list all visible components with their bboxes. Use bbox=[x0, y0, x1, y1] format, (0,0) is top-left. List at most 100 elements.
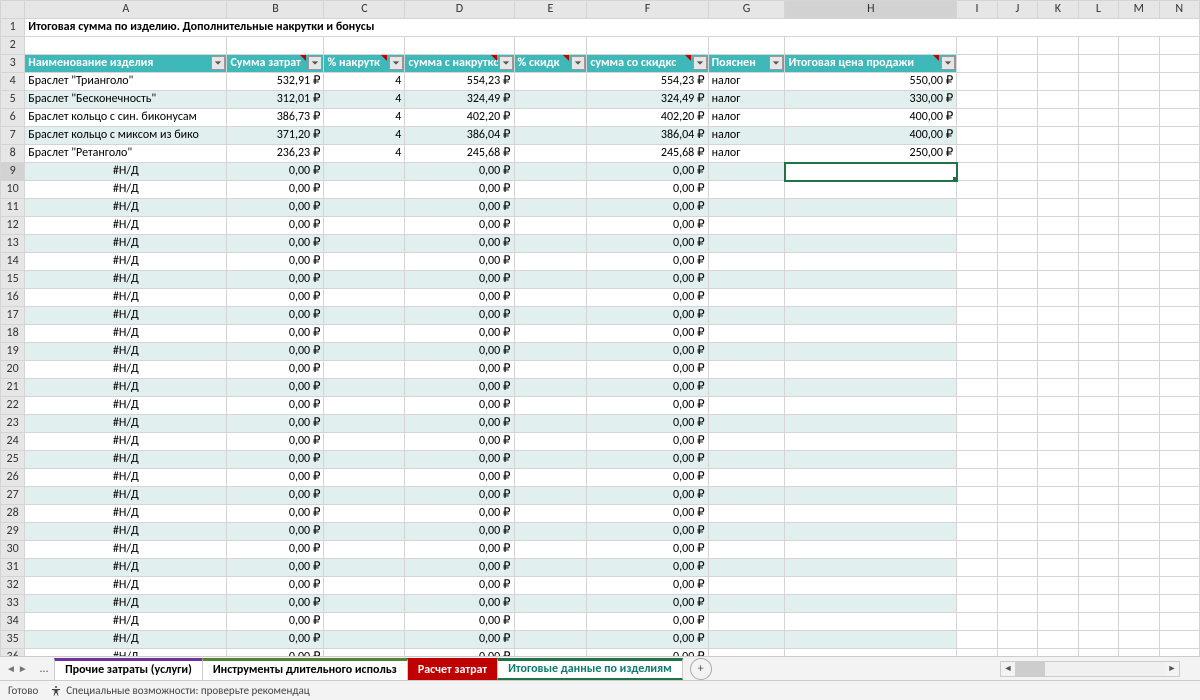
cell[interactable] bbox=[957, 631, 997, 649]
cell[interactable] bbox=[1078, 181, 1118, 199]
cell[interactable]: #Н/Д bbox=[25, 217, 227, 235]
table-header-D[interactable]: сумма с накруткс bbox=[405, 55, 514, 73]
cell[interactable] bbox=[1038, 109, 1078, 127]
cell[interactable] bbox=[1078, 217, 1118, 235]
cell[interactable] bbox=[514, 37, 587, 55]
cell[interactable]: 0,00 ₽ bbox=[227, 487, 324, 505]
cell[interactable]: 0,00 ₽ bbox=[587, 595, 708, 613]
cell[interactable] bbox=[405, 37, 514, 55]
cell[interactable]: 0,00 ₽ bbox=[405, 541, 514, 559]
cell[interactable]: #Н/Д bbox=[25, 595, 227, 613]
cell[interactable] bbox=[785, 379, 957, 397]
cell[interactable] bbox=[785, 253, 957, 271]
cell[interactable] bbox=[997, 181, 1037, 199]
cell[interactable]: 386,73 ₽ bbox=[227, 109, 324, 127]
cell[interactable]: 0,00 ₽ bbox=[227, 325, 324, 343]
cell[interactable] bbox=[785, 469, 957, 487]
cell[interactable] bbox=[514, 181, 587, 199]
cell[interactable] bbox=[1119, 523, 1159, 541]
cell[interactable] bbox=[997, 109, 1037, 127]
cell[interactable]: 0,00 ₽ bbox=[587, 379, 708, 397]
cell[interactable] bbox=[1038, 613, 1078, 631]
row-header[interactable]: 26 bbox=[1, 469, 25, 487]
sheet-tab[interactable]: Итоговые данные по изделиям bbox=[497, 658, 683, 680]
cell[interactable] bbox=[957, 289, 997, 307]
cell[interactable] bbox=[514, 217, 587, 235]
cell[interactable] bbox=[708, 325, 785, 343]
cell[interactable] bbox=[514, 127, 587, 145]
cell[interactable] bbox=[1078, 199, 1118, 217]
cell[interactable] bbox=[1078, 379, 1118, 397]
cell[interactable] bbox=[997, 91, 1037, 109]
cell[interactable] bbox=[1078, 73, 1118, 91]
cell[interactable]: 0,00 ₽ bbox=[227, 505, 324, 523]
cell[interactable]: 0,00 ₽ bbox=[405, 559, 514, 577]
cell[interactable] bbox=[1078, 469, 1118, 487]
column-header-D[interactable]: D bbox=[405, 1, 514, 19]
cell[interactable] bbox=[514, 649, 587, 657]
cell[interactable] bbox=[785, 577, 957, 595]
cell[interactable] bbox=[1038, 595, 1078, 613]
cell[interactable] bbox=[1078, 505, 1118, 523]
cell[interactable] bbox=[1119, 271, 1159, 289]
cell[interactable] bbox=[514, 325, 587, 343]
row-header[interactable]: 2 bbox=[1, 37, 25, 55]
cell[interactable] bbox=[785, 505, 957, 523]
filter-dropdown-icon[interactable] bbox=[211, 56, 225, 70]
row-header[interactable]: 15 bbox=[1, 271, 25, 289]
cell[interactable] bbox=[785, 307, 957, 325]
cell[interactable] bbox=[957, 577, 997, 595]
cell[interactable] bbox=[957, 181, 997, 199]
page-title[interactable]: Итоговая сумма по изделию. Дополнительны… bbox=[25, 19, 1200, 37]
cell[interactable] bbox=[1078, 631, 1118, 649]
cell[interactable] bbox=[1159, 379, 1200, 397]
cell[interactable]: 0,00 ₽ bbox=[587, 217, 708, 235]
cell[interactable]: Браслет кольцо с син. биконусам bbox=[25, 109, 227, 127]
cell[interactable]: 312,01 ₽ bbox=[227, 91, 324, 109]
cell[interactable] bbox=[324, 631, 405, 649]
cell[interactable] bbox=[1159, 451, 1200, 469]
cell[interactable]: 0,00 ₽ bbox=[227, 253, 324, 271]
cell[interactable] bbox=[514, 595, 587, 613]
cell[interactable]: #Н/Д bbox=[25, 289, 227, 307]
cell[interactable] bbox=[997, 325, 1037, 343]
cell[interactable] bbox=[785, 487, 957, 505]
cell[interactable] bbox=[1159, 595, 1200, 613]
cell[interactable]: 0,00 ₽ bbox=[227, 451, 324, 469]
cell[interactable] bbox=[324, 559, 405, 577]
cell[interactable] bbox=[997, 235, 1037, 253]
table-header-M[interactable] bbox=[1119, 55, 1159, 73]
cell[interactable] bbox=[1119, 307, 1159, 325]
cell[interactable] bbox=[1119, 505, 1159, 523]
cell[interactable]: 245,68 ₽ bbox=[587, 145, 708, 163]
cell[interactable] bbox=[1159, 181, 1200, 199]
cell[interactable] bbox=[708, 577, 785, 595]
cell[interactable] bbox=[1038, 523, 1078, 541]
cell[interactable] bbox=[957, 559, 997, 577]
filter-dropdown-icon[interactable] bbox=[499, 56, 513, 70]
cell[interactable] bbox=[1038, 163, 1078, 181]
cell[interactable]: #Н/Д bbox=[25, 343, 227, 361]
cell[interactable]: 386,04 ₽ bbox=[587, 127, 708, 145]
cell[interactable] bbox=[1038, 469, 1078, 487]
cell[interactable] bbox=[1078, 541, 1118, 559]
cell[interactable] bbox=[708, 559, 785, 577]
cell[interactable] bbox=[1038, 289, 1078, 307]
row-header[interactable]: 33 bbox=[1, 595, 25, 613]
cell[interactable] bbox=[1119, 415, 1159, 433]
cell[interactable] bbox=[1038, 181, 1078, 199]
cell[interactable] bbox=[957, 217, 997, 235]
scroll-right-icon[interactable]: ► bbox=[1165, 663, 1179, 674]
cell[interactable] bbox=[1078, 397, 1118, 415]
row-header[interactable]: 19 bbox=[1, 343, 25, 361]
cell[interactable] bbox=[514, 505, 587, 523]
cell[interactable] bbox=[785, 559, 957, 577]
cell[interactable] bbox=[785, 415, 957, 433]
sheet-tab[interactable]: Инструменты длительного использ bbox=[202, 658, 408, 680]
cell[interactable] bbox=[708, 343, 785, 361]
cell[interactable] bbox=[997, 613, 1037, 631]
cell[interactable]: 4 bbox=[324, 145, 405, 163]
cell[interactable]: 0,00 ₽ bbox=[227, 361, 324, 379]
table-header-I[interactable] bbox=[957, 55, 997, 73]
cell[interactable]: 0,00 ₽ bbox=[227, 523, 324, 541]
